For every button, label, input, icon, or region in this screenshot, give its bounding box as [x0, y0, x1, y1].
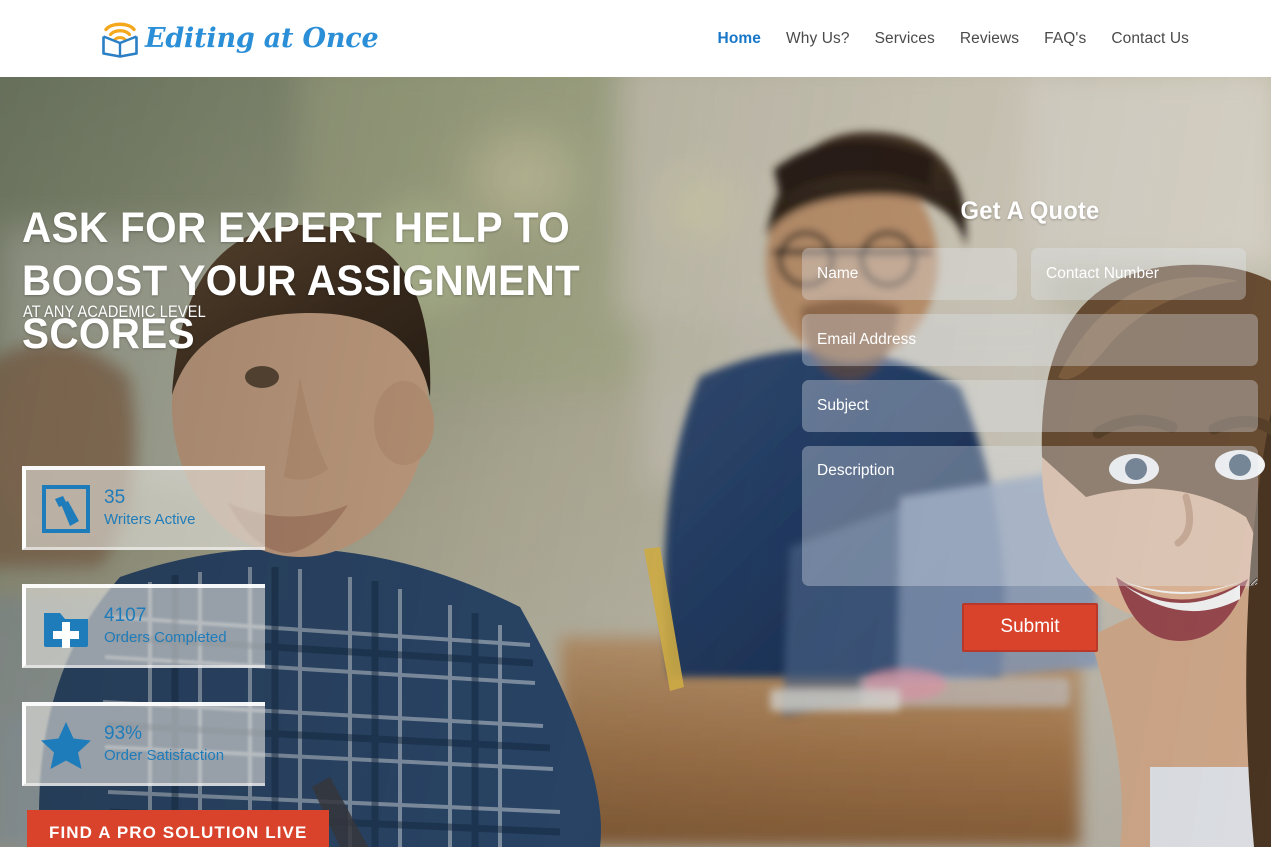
email-address-input[interactable] — [802, 314, 1258, 366]
stat-value: 4107 — [104, 605, 147, 627]
site-header: Editing at Once Home Why Us? Services Re… — [0, 0, 1271, 77]
contact-number-input[interactable] — [1031, 248, 1246, 300]
quote-form-title: Get A Quote — [960, 197, 1100, 225]
nav-item-reviews[interactable]: Reviews — [960, 30, 1019, 48]
find-a-pro-solution-live-button[interactable]: Find A Pro Solution Live — [27, 810, 330, 847]
brand-logo-link[interactable]: Editing at Once — [97, 16, 379, 62]
stat-card-writers-active: 35 Writers Active — [22, 466, 265, 550]
stat-value: 93% — [104, 723, 143, 745]
hero-subheadline: At Any Academic Level — [23, 303, 206, 321]
nav-item-services[interactable]: Services — [875, 30, 935, 48]
form-row-description — [802, 446, 1258, 586]
nav-item-why-us[interactable]: Why Us? — [786, 30, 850, 48]
hero-stats-list: 35 Writers Active 4107 Orders Completed — [22, 466, 265, 820]
stat-value: 35 — [104, 487, 126, 509]
get-a-quote-form: Get A Quote Submit — [802, 197, 1258, 652]
stat-label: Order Satisfaction — [104, 747, 225, 765]
description-textarea[interactable] — [802, 446, 1258, 586]
nav-item-home[interactable]: Home — [718, 30, 761, 48]
form-row-email — [802, 314, 1258, 366]
stat-label: Orders Completed — [104, 629, 227, 647]
form-row-subject — [802, 380, 1258, 432]
stat-card-order-satisfaction: 93% Order Satisfaction — [22, 702, 265, 786]
subject-input[interactable] — [802, 380, 1258, 432]
form-row-name-contact — [802, 248, 1258, 300]
brand-name: Editing at Once — [145, 23, 379, 54]
hero-section: Ask For Expert Help To Boost Your Assign… — [0, 77, 1271, 847]
stat-card-orders-completed: 4107 Orders Completed — [22, 584, 265, 668]
main-navigation: Home Why Us? Services Reviews FAQ's Cont… — [718, 30, 1189, 48]
submit-button[interactable]: Submit — [962, 603, 1098, 652]
hero-headline: Ask For Expert Help To Boost Your Assign… — [22, 204, 581, 358]
nav-item-contact-us[interactable]: Contact Us — [1111, 30, 1189, 48]
star-icon — [38, 717, 94, 773]
folder-plus-icon — [38, 599, 94, 655]
stat-label: Writers Active — [104, 511, 196, 529]
pen-in-square-icon — [38, 481, 94, 537]
submit-row: Submit — [802, 603, 1258, 652]
name-input[interactable] — [802, 248, 1017, 300]
nav-item-faqs[interactable]: FAQ's — [1044, 30, 1086, 48]
open-book-with-wifi-arcs-icon — [97, 16, 143, 62]
